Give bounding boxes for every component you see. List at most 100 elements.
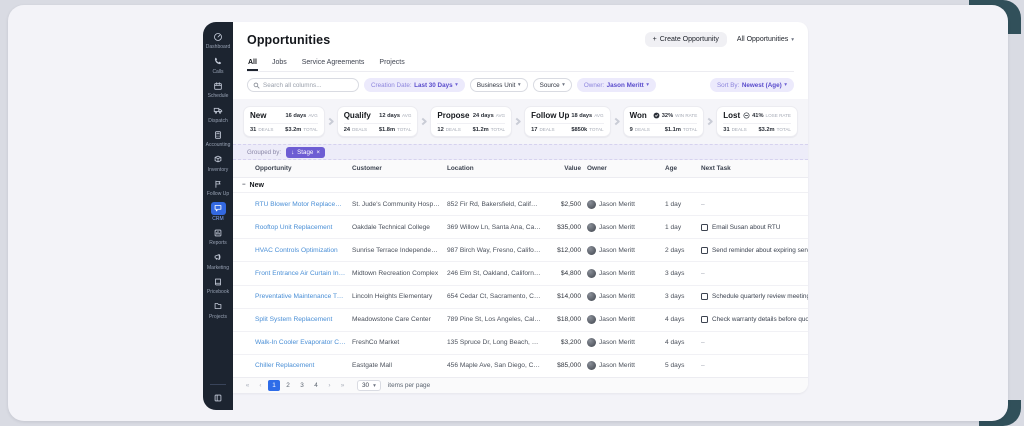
task-checkbox[interactable] xyxy=(701,223,708,231)
opportunity-link[interactable]: HVAC Controls Optimization xyxy=(255,247,352,254)
remove-group-icon[interactable]: × xyxy=(316,149,320,156)
last-page-button[interactable]: » xyxy=(337,382,348,389)
search-input[interactable] xyxy=(263,81,353,89)
stage-deals: 31 xyxy=(723,127,730,133)
filter-business-unit[interactable]: Business Unit ▾ xyxy=(469,78,528,92)
opportunity-link[interactable]: Front Entrance Air Curtain Install xyxy=(255,270,352,277)
stage-metric: 12 days xyxy=(379,112,401,119)
opportunity-link[interactable]: Chiller Replacement xyxy=(255,362,352,369)
customer-cell: Oakdale Technical College xyxy=(352,223,430,231)
sidebar-item-calls[interactable]: Calls xyxy=(203,55,233,75)
column-header-customer[interactable]: Customer xyxy=(352,165,447,172)
opportunity-link[interactable]: RTU Blower Motor Replacement xyxy=(255,201,352,208)
avatar xyxy=(587,268,596,278)
owner-cell: Jason Meritt xyxy=(587,199,665,209)
tab-jobs[interactable]: Jobs xyxy=(271,55,288,71)
search-box[interactable] xyxy=(247,78,359,92)
column-header-opportunity[interactable]: Opportunity xyxy=(255,165,352,172)
first-page-button[interactable]: « xyxy=(242,382,253,389)
page-button-2[interactable]: 2 xyxy=(282,380,294,391)
owner-cell: Jason Meritt xyxy=(587,338,665,348)
sidebar-item-projects[interactable]: Projects xyxy=(203,300,233,320)
sidebar-item-reports[interactable]: Reports xyxy=(203,226,233,246)
page-button-3[interactable]: 3 xyxy=(296,380,308,391)
task-label: Schedule quarterly review meeting xyxy=(712,293,808,301)
column-header-location[interactable]: Location xyxy=(447,165,547,172)
table-header: Opportunity Customer Location Value Owne… xyxy=(233,160,808,178)
sidebar-item-dispatch[interactable]: Dispatch xyxy=(203,104,233,124)
opportunity-link[interactable]: Walk-In Cooler Evaporator Coil R... xyxy=(255,339,352,346)
sidebar-item-marketing[interactable]: Marketing xyxy=(203,251,233,271)
next-task-cell: Send reminder about expiring service xyxy=(701,246,808,254)
table-row[interactable]: Preventative Maintenance Tune-... Lincol… xyxy=(233,285,808,309)
filter-source[interactable]: Source ▾ xyxy=(532,78,572,92)
previous-page-button[interactable]: ‹ xyxy=(255,382,266,389)
filter-creation-date[interactable]: Creation Date: Last 30 Days ▾ xyxy=(364,78,465,92)
owner-cell: Jason Meritt xyxy=(587,361,665,371)
tab-projects[interactable]: Projects xyxy=(378,55,405,71)
table-row[interactable]: Front Entrance Air Curtain Install Midto… xyxy=(233,262,808,286)
tab-all[interactable]: All xyxy=(247,55,258,71)
sidebar-item-label: Pricebook xyxy=(206,289,230,295)
view-selector-dropdown[interactable]: All Opportunities ▾ xyxy=(737,36,794,43)
table-row[interactable]: Split System Replacement Meadowstone Car… xyxy=(233,308,808,332)
location-cell: 789 Pine St, Los Angeles, California 9..… xyxy=(447,316,547,324)
sidebar-item-crm[interactable]: CRM xyxy=(203,201,233,222)
stage-name: Won xyxy=(629,111,647,120)
filter-owner[interactable]: Owner: Jason Meritt ▾ xyxy=(576,78,657,92)
stage-card-follow-up[interactable]: Follow Up 18 days AVG 17 DEALS $850k TOTAL xyxy=(524,106,611,137)
opportunity-link[interactable]: Rooftop Unit Replacement xyxy=(255,224,352,231)
tab-service-agreements[interactable]: Service Agreements xyxy=(301,55,366,71)
sidebar-collapse-button[interactable] xyxy=(203,391,233,404)
sidebar-item-pricebook[interactable]: Pricebook xyxy=(203,275,233,295)
sort-by-dropdown[interactable]: Sort By: Newest (Age) ▾ xyxy=(709,78,794,92)
stage-deals: 9 xyxy=(629,127,633,133)
stage-card-won[interactable]: Won 32% WIN RATE 9 DEALS $1.1m TOTAL xyxy=(622,106,705,137)
avatar xyxy=(587,338,596,348)
table-row[interactable]: Rooftop Unit Replacement Oakdale Technic… xyxy=(233,216,808,240)
next-page-button[interactable]: › xyxy=(324,382,335,389)
page-size-select[interactable]: 30 ▾ xyxy=(357,380,381,391)
chevron-down-icon: ▾ xyxy=(646,82,650,88)
table-body: RTU Blower Motor Replacement St. Jude's … xyxy=(233,193,808,377)
task-checkbox[interactable] xyxy=(701,293,708,301)
age-cell: 1 day xyxy=(665,200,682,208)
stage-card-qualify[interactable]: Qualify 12 days AVG 24 DEALS $1.8m TOTAL xyxy=(336,106,419,137)
page-button-4[interactable]: 4 xyxy=(310,380,322,391)
table-row[interactable]: Walk-In Cooler Evaporator Coil R... Fres… xyxy=(233,331,808,355)
column-header-owner[interactable]: Owner xyxy=(587,165,665,172)
sidebar-item-accounting[interactable]: Accounting xyxy=(203,128,233,148)
sidebar-item-schedule[interactable]: Schedule xyxy=(203,79,233,99)
value-cell: $4,800 xyxy=(560,269,581,277)
page-button-1[interactable]: 1 xyxy=(268,380,280,391)
task-checkbox[interactable] xyxy=(701,246,708,254)
stage-name: New xyxy=(250,111,267,120)
sidebar-item-follow-up[interactable]: Follow Up xyxy=(203,177,233,197)
sidebar-item-label: Dashboard xyxy=(205,44,231,50)
group-chip-label: Stage xyxy=(297,148,314,156)
opportunity-link[interactable]: Preventative Maintenance Tune-... xyxy=(255,293,352,300)
table-row[interactable]: RTU Blower Motor Replacement St. Jude's … xyxy=(233,193,808,217)
stage-deals-label: DEALS xyxy=(539,127,555,132)
column-header-next-task[interactable]: Next Task xyxy=(701,165,808,172)
age-cell: 2 days xyxy=(665,246,685,254)
stage-card-lost[interactable]: Lost 41% LOSE RATE 31 DEALS $3.2m TOTAL xyxy=(716,106,798,137)
collapse-group-icon[interactable]: − xyxy=(242,182,246,188)
opportunity-link[interactable]: Split System Replacement xyxy=(255,316,352,323)
column-header-value[interactable]: Value xyxy=(547,165,587,172)
group-row-new[interactable]: − New xyxy=(233,178,808,193)
stage-total-label: TOTAL xyxy=(682,127,698,132)
stage-card-new[interactable]: New 16 days AVG 31 DEALS $3.2m TOTAL xyxy=(243,106,325,137)
table-row[interactable]: HVAC Controls Optimization Sunrise Terra… xyxy=(233,239,808,263)
stage-card-propose[interactable]: Propose 24 days AVG 12 DEALS $1.2m TOTAL xyxy=(430,106,513,137)
group-chip-stage[interactable]: ↓ Stage × xyxy=(286,146,325,158)
column-header-age[interactable]: Age xyxy=(665,165,701,172)
age-cell: 1 day xyxy=(665,223,682,231)
sidebar-item-inventory[interactable]: Inventory xyxy=(203,153,233,173)
sidebar-item-label: Reports xyxy=(209,240,227,246)
table-row[interactable]: Chiller Replacement Eastgate Mall 456 Ma… xyxy=(233,354,808,377)
owner-name: Jason Meritt xyxy=(599,200,635,208)
sidebar-item-dashboard[interactable]: Dashboard xyxy=(203,30,233,50)
create-opportunity-button[interactable]: + Create Opportunity xyxy=(644,32,727,47)
task-checkbox[interactable] xyxy=(701,316,708,324)
